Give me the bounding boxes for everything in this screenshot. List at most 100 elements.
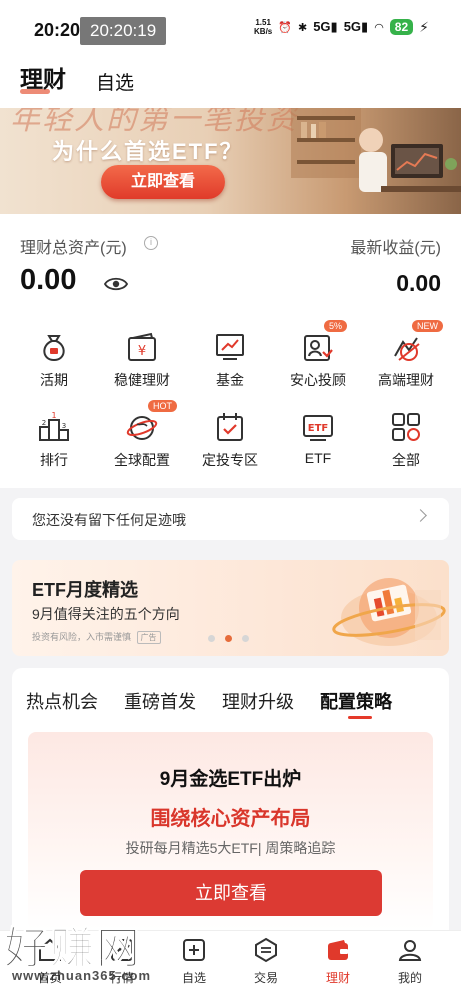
page-header: 理财 自选 [0, 60, 461, 108]
trade-icon [255, 937, 277, 963]
etf-icon: ETF [303, 415, 333, 441]
grid-item-current[interactable]: 活期 [8, 330, 100, 390]
strategy-card-subtitle: 围绕核心资产布局 [150, 808, 311, 830]
svg-text:ETF: ETF [308, 423, 328, 434]
home-icon [39, 938, 61, 961]
nav-label: 理财 [325, 971, 350, 985]
ad-tag: 广告 [136, 631, 161, 644]
premium-icon [394, 337, 420, 361]
svg-text:2: 2 [42, 419, 46, 427]
promo-title: ETF月度精选 [32, 580, 138, 600]
info-icon[interactable]: i [144, 236, 158, 250]
net-speed-unit: KB/s [254, 27, 273, 36]
latest-earnings-value: 0.00 [396, 270, 441, 296]
tab-wealth-upgrade[interactable]: 理财升级 [222, 688, 294, 714]
grid-item-global[interactable]: HOT 全球配置 [96, 400, 188, 470]
wealth-page: 20:20 20:20:19 1.51 KB/s ⏰ ✱ 5G▮ 5G▮ ◠ 8… [0, 0, 461, 1000]
grid-item-etf[interactable]: ETF ETF [272, 410, 364, 466]
total-assets-value: 0.00 [20, 264, 77, 296]
signal-1-label: 5G [313, 19, 331, 34]
svg-text:1: 1 [51, 411, 56, 420]
nav-home[interactable]: 首页 [20, 937, 80, 986]
grid-item-sip[interactable]: 定投专区 [184, 410, 276, 470]
chart-board-icon [216, 334, 244, 360]
tab-wealth[interactable]: 理财 [20, 60, 66, 94]
footprint-bar[interactable]: 您还没有留下任何足迹哦 [12, 498, 449, 540]
market-icon [111, 939, 133, 961]
globe-icon [126, 416, 158, 440]
wifi-icon: ◠ [374, 21, 384, 34]
nav-wealth[interactable]: 理财 [308, 937, 368, 986]
strategy-section: 热点机会 重磅首发 理财升级 配置策略 9月金选ETF出炉 围绕核心资产布局 投… [12, 668, 449, 930]
risk-notice-text: 投资有风险，入市需谨慎 [32, 632, 132, 642]
risk-notice: 投资有风险，入市需谨慎 广告 [32, 630, 161, 644]
tab-hot-opportunity[interactable]: 热点机会 [26, 688, 98, 714]
net-speed: 1.51 KB/s [254, 18, 272, 36]
tab-new-launch[interactable]: 重磅首发 [124, 688, 196, 714]
charging-icon: ⚡ [419, 18, 429, 35]
carousel-dots [208, 635, 249, 642]
promo-illustration [332, 578, 446, 646]
nav-watchlist[interactable]: 自选 [164, 937, 224, 986]
svg-text:3: 3 [62, 422, 66, 430]
nav-label: 行情 [109, 971, 134, 985]
grid-label: 全球配置 [114, 452, 170, 468]
grid-item-fund[interactable]: 基金 [184, 330, 276, 390]
eye-icon[interactable] [104, 276, 128, 292]
grid-label: 排行 [40, 452, 68, 468]
tab-allocation-strategy[interactable]: 配置策略 [320, 688, 392, 714]
time-overlay: 20:20:19 [80, 17, 167, 45]
status-bar: 20:20 20:20:19 1.51 KB/s ⏰ ✱ 5G▮ 5G▮ ◠ 8… [0, 0, 461, 60]
money-bag-icon [43, 335, 65, 362]
grid-label: 稳健理财 [114, 372, 170, 388]
nav-label: 交易 [253, 971, 278, 985]
promo-subtitle: 9月值得关注的五个方向 [32, 606, 180, 622]
nav-trade[interactable]: 交易 [236, 937, 296, 986]
grid-badge: NEW [412, 320, 443, 332]
svg-text:¥: ¥ [138, 344, 146, 359]
etf-monthly-promo[interactable]: ETF月度精选 9月值得关注的五个方向 投资有风险，入市需谨慎 广告 [12, 560, 449, 656]
status-icons: 1.51 KB/s ⏰ ✱ 5G▮ 5G▮ ◠ 82 ⚡ [254, 18, 429, 36]
grid-label: 全部 [392, 452, 420, 468]
etf-banner[interactable]: 年轻人的第一笔投资 为什么首选ETF？ 立即查看 [0, 108, 461, 214]
banner-title: 为什么首选ETF？ [52, 139, 244, 164]
advisor-icon [304, 335, 333, 361]
tab-watchlist[interactable]: 自选 [96, 68, 134, 95]
assets-summary: 理财总资产(元) i 最新收益(元) 0.00 0.00 [0, 214, 461, 314]
grid-item-advisor[interactable]: 5% 安心投顾 [272, 320, 364, 390]
net-speed-value: 1.51 [255, 18, 271, 27]
active-tab-indicator [348, 716, 372, 719]
grid-label: ETF [304, 450, 332, 466]
banner-view-button[interactable]: 立即查看 [101, 165, 225, 199]
chevron-right-icon [414, 509, 427, 522]
nav-market[interactable]: 行情 [92, 937, 152, 986]
signal-2: 5G▮ [343, 19, 369, 34]
grid-badge: 5% [324, 320, 348, 332]
grid-item-ranking[interactable]: 1 2 3 排行 [8, 410, 100, 470]
add-watchlist-icon [183, 939, 205, 961]
grid-label: 基金 [216, 372, 244, 388]
latest-earnings-label: 最新收益(元) [350, 240, 441, 257]
banner-illustration [291, 108, 461, 192]
nav-label: 自选 [181, 971, 206, 985]
grid-item-all[interactable]: 全部 [360, 410, 452, 470]
grid-label: 高端理财 [378, 372, 434, 388]
grid-label: 定投专区 [202, 452, 258, 468]
grid-item-premium[interactable]: NEW 高端理财 [360, 320, 452, 390]
strategy-card-title: 9月金选ETF出炉 [159, 769, 302, 790]
wealth-icon [328, 940, 348, 960]
total-assets-label: 理财总资产(元) [20, 240, 127, 257]
carousel-dot[interactable] [242, 635, 249, 642]
grid-label: 活期 [40, 372, 68, 388]
strategy-view-button[interactable]: 立即查看 [80, 870, 382, 916]
carousel-dot-active[interactable] [225, 635, 232, 642]
bluetooth-icon: ✱ [297, 21, 308, 34]
grid-item-stable[interactable]: ¥ 稳健理财 [96, 330, 188, 390]
alarm-icon: ⏰ [278, 21, 292, 34]
nav-label: 首页 [37, 971, 62, 985]
nav-profile[interactable]: 我的 [380, 937, 440, 986]
nav-label: 我的 [397, 971, 422, 985]
battery-icon: 82 [389, 19, 414, 35]
carousel-dot[interactable] [208, 635, 215, 642]
strategy-card[interactable]: 9月金选ETF出炉 围绕核心资产布局 投研每月精选5大ETF| 周策略追踪 立即… [28, 732, 433, 930]
